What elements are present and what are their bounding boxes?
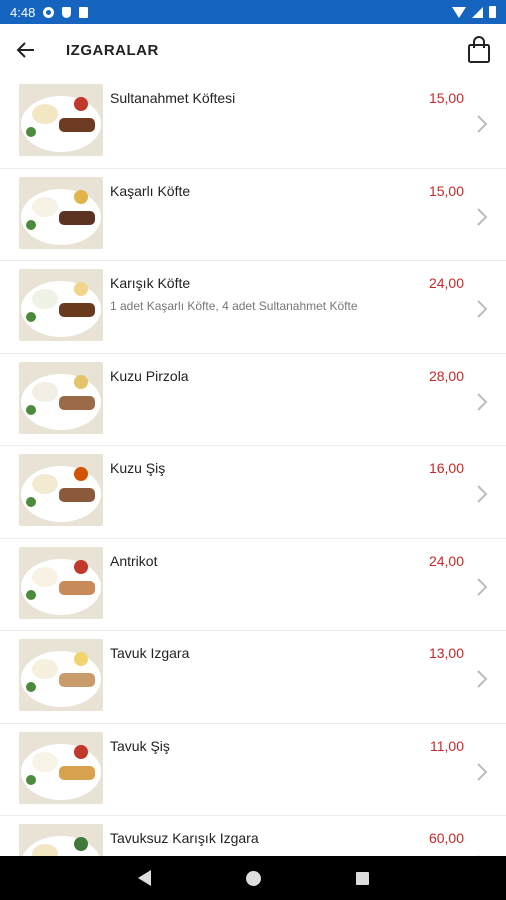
status-time: 4:48 <box>10 4 36 20</box>
item-price: 11,00 <box>430 737 464 754</box>
chevron-right-icon <box>476 114 488 137</box>
nav-back-icon[interactable] <box>137 870 151 886</box>
nav-recents-icon[interactable] <box>355 871 369 885</box>
battery-icon <box>489 6 496 18</box>
chevron-right-icon <box>476 484 488 507</box>
app-bar: IZGARALAR <box>0 24 506 76</box>
list-item[interactable]: Sultanahmet Köftesi 15,00 <box>0 76 506 169</box>
food-image <box>19 454 103 526</box>
item-name: Tavuk Izgara <box>110 645 190 661</box>
nav-home-icon[interactable] <box>245 870 261 886</box>
item-name: Kaşarlı Köfte <box>110 182 191 199</box>
food-image <box>19 84 103 156</box>
item-price: 24,00 <box>428 552 464 569</box>
item-name: Sultanahmet Köftesi <box>110 90 236 106</box>
list-item[interactable]: Kuzu Şiş 16,00 <box>0 446 506 539</box>
item-name: Tavuk Şiş <box>110 737 170 754</box>
navigation-bar <box>0 856 506 900</box>
item-name: Antrikot <box>110 552 158 569</box>
signal-icon <box>472 6 483 18</box>
shopping-bag-icon <box>468 36 490 63</box>
food-image <box>19 731 103 804</box>
sim-card-icon <box>79 6 89 18</box>
list-item[interactable]: Tavuk Şiş 11,00 <box>0 724 506 816</box>
cart-button[interactable] <box>466 36 492 64</box>
list-item[interactable]: Antrikot 24,00 <box>0 539 506 631</box>
item-name: Tavuksuz Karışık Izgara <box>110 830 259 846</box>
list-item[interactable]: Tavuk Izgara 13,00 <box>0 631 506 724</box>
list-item[interactable]: Karışık Köfte 1 adet Kaşarlı Köfte, 4 ade… <box>0 261 506 354</box>
chevron-right-icon <box>476 762 488 785</box>
chevron-right-icon <box>476 669 488 692</box>
item-price: 15,00 <box>428 90 464 106</box>
item-description: 1 adet Kaşarlı Köfte, 4 adet Sultanahmet… <box>110 299 358 313</box>
chevron-right-icon <box>476 299 488 322</box>
item-price: 13,00 <box>428 645 464 661</box>
item-price: 24,00 <box>428 275 464 291</box>
item-price: 15,00 <box>428 182 464 199</box>
food-image <box>19 269 103 341</box>
food-image <box>19 639 103 711</box>
settings-icon <box>43 6 55 18</box>
arrow-left-icon <box>16 42 34 58</box>
item-name: Karışık Köfte <box>110 275 191 291</box>
item-price: 60,00 <box>428 830 464 846</box>
chevron-right-icon <box>476 577 488 600</box>
food-image <box>19 824 103 856</box>
page-title: IZGARALAR <box>66 41 159 59</box>
list-item[interactable]: Tavuksuz Karışık Izgara 60,00 <box>0 816 506 856</box>
list-item[interactable]: Kaşarlı Köfte 15,00 <box>0 169 506 261</box>
status-bar: 4:48 <box>0 0 506 24</box>
back-button[interactable] <box>0 24 52 76</box>
chevron-right-icon <box>476 207 488 230</box>
item-name: Kuzu Pirzola <box>110 367 189 384</box>
wifi-icon <box>452 6 466 18</box>
item-price: 28,00 <box>428 367 464 384</box>
shield-icon <box>62 6 72 18</box>
item-price: 16,00 <box>428 460 464 476</box>
menu-list: Sultanahmet Köftesi 15,00 Kaşarlı Köfte 15,… <box>0 76 506 856</box>
food-image <box>19 546 103 619</box>
list-item[interactable]: Kuzu Pirzola 28,00 <box>0 354 506 446</box>
chevron-right-icon <box>476 392 488 415</box>
food-image <box>19 176 103 249</box>
item-name: Kuzu Şiş <box>110 460 166 476</box>
food-image <box>19 361 103 434</box>
